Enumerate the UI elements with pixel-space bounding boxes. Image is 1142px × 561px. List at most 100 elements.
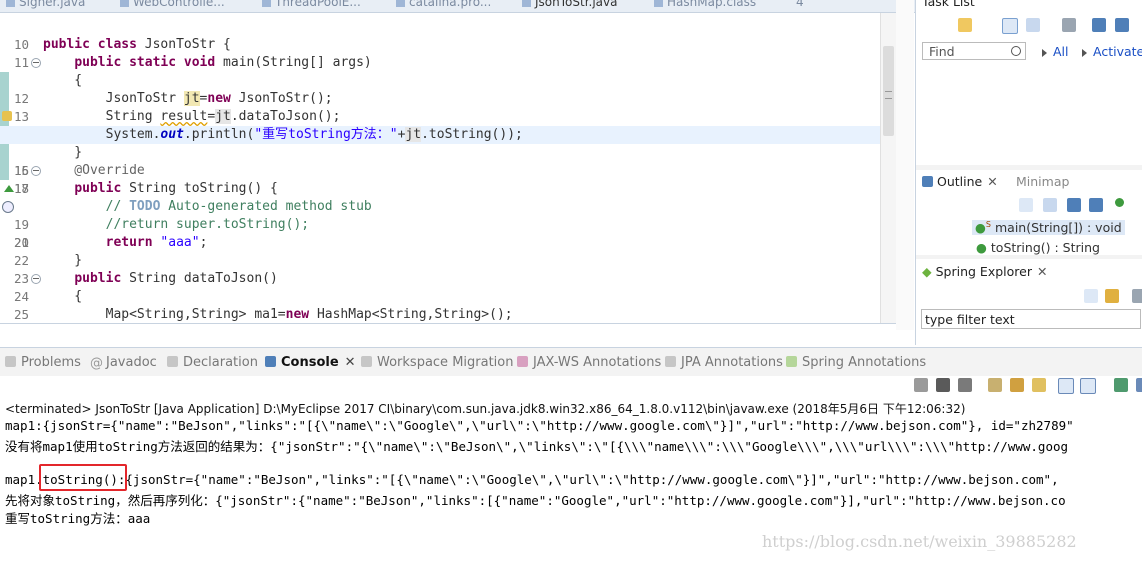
triangle-right-icon — [1082, 48, 1087, 57]
code-line: 18 @Override — [14, 163, 145, 196]
scroll-lock-icon[interactable] — [1010, 378, 1024, 392]
outline-item-main[interactable]: ●S main(String[]) : void — [972, 220, 1125, 236]
warning-icon[interactable] — [2, 111, 12, 121]
editor-tab[interactable]: catalina.pro... — [396, 0, 491, 9]
view-menu-icon[interactable] — [1132, 289, 1142, 303]
task-list-panel: Task List Find All Activate... — [916, 0, 1142, 165]
hide-completed-icon[interactable] — [1092, 18, 1106, 32]
pin-console-icon[interactable] — [1114, 378, 1128, 392]
spring-explorer-panel: ◆ Spring Explorer ✕ type filter text — [916, 259, 1142, 345]
right-side-panels: Task List Find All Activate... Outline✕ … — [915, 0, 1142, 345]
editor-tab[interactable]: Signer.java — [6, 0, 85, 9]
jpa-icon — [665, 356, 676, 367]
editor-vertical-scrollbar[interactable] — [880, 13, 897, 323]
hide-fields-icon[interactable] — [1067, 198, 1081, 212]
declaration-icon — [167, 356, 178, 367]
collapse-icon[interactable] — [1084, 289, 1098, 303]
close-icon[interactable]: ✕ — [1037, 264, 1047, 279]
categorize-icon[interactable] — [1002, 18, 1018, 34]
synchronize-icon[interactable] — [1062, 18, 1076, 32]
spring-explorer-title[interactable]: ◆ Spring Explorer ✕ — [922, 264, 1047, 279]
code-line: 17 } — [0, 144, 880, 196]
override-arrow-icon[interactable] — [4, 185, 14, 192]
fold-toggle-icon[interactable] — [31, 58, 41, 68]
console-process-label: <terminated> JsonToStr [Java Application… — [5, 402, 966, 416]
terminate-icon[interactable] — [914, 378, 928, 392]
hidden-tabs-count[interactable]: 4 — [796, 0, 804, 9]
task-list-title[interactable]: Task List — [922, 0, 975, 9]
tab-jax-ws-annotations[interactable]: JAX-WS Annotations — [517, 355, 661, 370]
minimap-tab[interactable]: Minimap — [1016, 174, 1069, 189]
watermark: https://blog.csdn.net/weixin_39885282 — [762, 532, 1077, 551]
at-icon: @ — [90, 356, 103, 371]
code-line: 12 public static void main(String[] args… — [0, 54, 880, 106]
tab-workspace-migration[interactable]: Workspace Migration — [361, 355, 513, 370]
highlight-annotation-box — [39, 464, 127, 491]
tab-javadoc[interactable]: @ Javadoc — [90, 355, 157, 371]
code-line: 13 { — [0, 72, 880, 124]
all-link[interactable]: All — [1042, 44, 1069, 59]
console-output-line: 先将对象toString，然后再序列化：{"jsonStr":{"name":"… — [5, 493, 1066, 508]
bottom-tab-bar: Problems @ Javadoc Declaration Console ✕ W… — [0, 347, 1142, 376]
code-line: 25 { — [14, 289, 83, 322]
class-file-icon — [654, 0, 663, 7]
spring-icon — [786, 356, 797, 367]
jaxws-icon — [517, 356, 528, 367]
editor-tab-bar: Signer.java WebControlle... ThreadPoolE.… — [0, 0, 915, 13]
java-file-icon — [120, 0, 129, 7]
tab-console[interactable]: Console ✕ — [265, 355, 356, 370]
collapse-icon[interactable] — [1019, 198, 1033, 212]
editor-tab[interactable]: HashMap.class — [654, 0, 756, 9]
editor-tab[interactable]: ThreadPoolE... — [262, 0, 361, 9]
problems-icon — [5, 356, 16, 367]
overview-ruler[interactable] — [896, 0, 914, 330]
code-line: 11 public class JsonToStr { — [14, 37, 231, 70]
filter-icon[interactable] — [1026, 18, 1040, 32]
editor-tab-active[interactable]: JsonToStr.java — [522, 0, 617, 9]
editor-tab[interactable]: WebControlle... — [120, 0, 225, 9]
tab-declaration[interactable]: Declaration — [167, 355, 258, 370]
fold-toggle-icon[interactable] — [31, 274, 41, 284]
editor-bottom-border — [0, 323, 896, 324]
new-task-icon[interactable] — [958, 18, 972, 32]
code-editor[interactable]: 10 11 public class JsonToStr { 12 public… — [0, 13, 896, 323]
outline-icon — [922, 176, 933, 187]
java-file-icon — [6, 0, 15, 7]
close-icon[interactable]: ✕ — [345, 355, 356, 370]
code-line: 21 //return super.toString(); — [14, 217, 310, 250]
tab-spring-annotations[interactable]: Spring Annotations — [786, 355, 926, 370]
task-marker-icon[interactable] — [2, 201, 14, 213]
display-console-icon[interactable] — [1136, 378, 1142, 392]
type-filter-input[interactable]: type filter text — [921, 309, 1141, 329]
tab-problems[interactable]: Problems — [5, 355, 81, 370]
fold-toggle-icon[interactable] — [31, 166, 41, 176]
migration-icon — [361, 356, 372, 367]
tab-jpa-annotations[interactable]: JPA Annotations — [665, 355, 783, 370]
remove-launch-icon[interactable] — [936, 378, 950, 392]
properties-file-icon — [396, 0, 405, 7]
word-wrap-icon[interactable] — [1032, 378, 1046, 392]
hide-static-icon[interactable] — [1089, 198, 1103, 212]
show-on-error-icon[interactable] — [1080, 378, 1096, 394]
close-icon[interactable]: ✕ — [987, 174, 997, 189]
show-on-output-icon[interactable] — [1058, 378, 1074, 394]
java-file-icon — [522, 0, 531, 7]
collapse-all-icon[interactable] — [1115, 18, 1129, 32]
link-editor-icon[interactable] — [1105, 289, 1119, 303]
code-line: 24 public String dataToJson() — [14, 271, 278, 304]
outline-item-tostring[interactable]: ● toString() : String — [976, 240, 1100, 255]
triangle-right-icon — [1042, 48, 1047, 57]
sort-icon[interactable] — [1043, 198, 1057, 212]
clear-console-icon[interactable] — [988, 378, 1002, 392]
code-line: 20 // TODO Auto-generated method stub — [0, 198, 880, 250]
console-output-line: map1:{jsonStr={"name":"BeJson","links":"… — [5, 418, 1074, 433]
code-line: 22 return "aaa"; — [14, 235, 208, 268]
spring-leaf-icon: ◆ — [922, 264, 932, 279]
console-output-line: 没有将map1使用toString方法返回的结果为：{"jsonStr":"{\… — [5, 439, 1069, 454]
hide-nonpublic-icon[interactable] — [1115, 198, 1124, 207]
remove-all-icon[interactable] — [958, 378, 972, 392]
task-find-input[interactable]: Find — [922, 42, 1026, 60]
outline-title[interactable]: Outline ✕ — [922, 174, 998, 189]
code-line: 10 — [14, 37, 30, 52]
activate-link[interactable]: Activate... — [1082, 44, 1142, 59]
